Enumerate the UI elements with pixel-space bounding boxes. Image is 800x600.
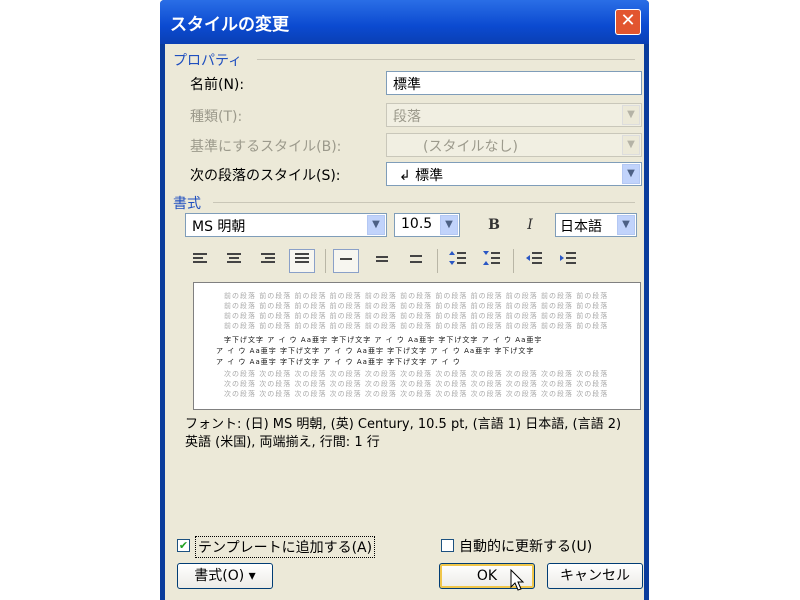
preview-previous-paragraph: 前の段落 前の段落 前の段落 前の段落 前の段落 前の段落 前の段落 前の段落 … — [224, 302, 609, 310]
font-size-value: 10.5 — [401, 216, 433, 232]
name-input[interactable]: 標準 — [386, 71, 642, 95]
space-before-decrease-icon[interactable] — [479, 250, 505, 274]
auto-update-label[interactable]: 自動的に更新する(U) — [459, 536, 592, 556]
line-spacing-double-icon[interactable] — [403, 250, 429, 274]
properties-divider — [257, 59, 635, 60]
chevron-down-icon: ▼ — [440, 215, 458, 235]
space-before-increase-icon[interactable] — [445, 250, 471, 274]
line-spacing-1-5-icon[interactable] — [369, 250, 395, 274]
format-group-label: 書式 — [173, 196, 201, 212]
align-center-icon[interactable] — [221, 250, 247, 274]
cancel-button[interactable]: キャンセル — [547, 563, 643, 589]
font-size-select[interactable]: 10.5 ▼ — [394, 213, 460, 237]
preview-previous-paragraph: 前の段落 前の段落 前の段落 前の段落 前の段落 前の段落 前の段落 前の段落 … — [224, 292, 609, 300]
modify-style-dialog: スタイルの変更 ✕ プロパティ 名前(N): 標準 種類(T): 段落 ▼ 基準… — [160, 0, 649, 600]
italic-button[interactable]: I — [517, 213, 543, 237]
style-preview: 前の段落 前の段落 前の段落 前の段落 前の段落 前の段落 前の段落 前の段落 … — [193, 282, 641, 410]
name-label: 名前(N): — [190, 77, 245, 93]
next-style-select[interactable]: ↲ 標準 ▼ — [386, 162, 642, 186]
language-select[interactable]: 日本語 ▼ — [555, 213, 637, 237]
type-label: 種類(T): — [190, 109, 243, 125]
mouse-cursor-icon — [510, 569, 525, 591]
format-divider — [213, 202, 635, 203]
preview-sample-text: ア イ ウ Aa亜宇 字下げ文字 ア イ ウ Aa亜宇 字下げ文字 ア イ ウ — [216, 358, 461, 366]
based-on-select-value: (スタイルなし) — [423, 139, 518, 155]
preview-next-paragraph: 次の段落 次の段落 次の段落 次の段落 次の段落 次の段落 次の段落 次の段落 … — [224, 370, 609, 378]
based-on-select[interactable]: (スタイルなし) ▼ — [386, 133, 642, 157]
properties-group-label: プロパティ — [173, 53, 243, 69]
preview-next-paragraph: 次の段落 次の段落 次の段落 次の段落 次の段落 次の段落 次の段落 次の段落 … — [224, 380, 609, 388]
preview-sample-text: ア イ ウ Aa亜宇 字下げ文字 ア イ ウ Aa亜宇 字下げ文字 ア イ ウ … — [216, 347, 535, 355]
format-menu-button[interactable]: 書式(O) ▾ — [177, 563, 273, 589]
auto-update-checkbox[interactable] — [441, 539, 454, 552]
preview-previous-paragraph: 前の段落 前の段落 前の段落 前の段落 前の段落 前の段落 前の段落 前の段落 … — [224, 322, 609, 330]
close-icon[interactable]: ✕ — [615, 9, 641, 35]
dialog-title: スタイルの変更 — [170, 15, 289, 35]
next-style-select-value: ↲ 標準 — [399, 168, 444, 184]
chevron-down-icon: ▼ — [622, 135, 640, 155]
chevron-down-icon: ▼ — [617, 215, 635, 235]
preview-previous-paragraph: 前の段落 前の段落 前の段落 前の段落 前の段落 前の段落 前の段落 前の段落 … — [224, 312, 609, 320]
toolbar-separator — [513, 249, 514, 273]
title-bar[interactable]: スタイルの変更 ✕ — [160, 0, 649, 44]
type-select-value: 段落 — [393, 109, 421, 125]
bold-button[interactable]: B — [481, 213, 507, 237]
font-name-select[interactable]: MS 明朝 ▼ — [185, 213, 387, 237]
preview-next-paragraph: 次の段落 次の段落 次の段落 次の段落 次の段落 次の段落 次の段落 次の段落 … — [224, 390, 609, 398]
name-input-value: 標準 — [393, 77, 421, 93]
type-select[interactable]: 段落 ▼ — [386, 103, 642, 127]
font-name-value: MS 明朝 — [192, 219, 246, 235]
chevron-down-icon: ▼ — [622, 164, 640, 184]
style-description: フォント: (日) MS 明朝, (英) Century, 10.5 pt, (… — [185, 417, 622, 450]
increase-indent-icon[interactable] — [555, 250, 581, 274]
toolbar-separator — [325, 249, 326, 273]
align-left-icon[interactable] — [187, 250, 213, 274]
based-on-label: 基準にするスタイル(B): — [190, 139, 342, 155]
align-justify-icon[interactable] — [289, 249, 315, 273]
preview-sample-text: 字下げ文字 ア イ ウ Aa亜宇 字下げ文字 ア イ ウ Aa亜宇 字下げ文字 … — [224, 336, 543, 344]
language-value: 日本語 — [560, 219, 602, 235]
align-right-icon[interactable] — [255, 250, 281, 274]
line-spacing-single-icon[interactable] — [333, 249, 359, 273]
next-style-label: 次の段落のスタイル(S): — [190, 168, 341, 184]
add-to-template-label[interactable]: テンプレートに追加する(A) — [195, 536, 376, 558]
decrease-indent-icon[interactable] — [521, 250, 547, 274]
chevron-down-icon: ▼ — [367, 215, 385, 235]
add-to-template-checkbox[interactable]: ✔ — [177, 539, 190, 552]
toolbar-separator — [437, 249, 438, 273]
dialog-client-area: プロパティ 名前(N): 標準 種類(T): 段落 ▼ 基準にするスタイル(B)… — [165, 44, 644, 600]
chevron-down-icon: ▼ — [622, 105, 640, 125]
